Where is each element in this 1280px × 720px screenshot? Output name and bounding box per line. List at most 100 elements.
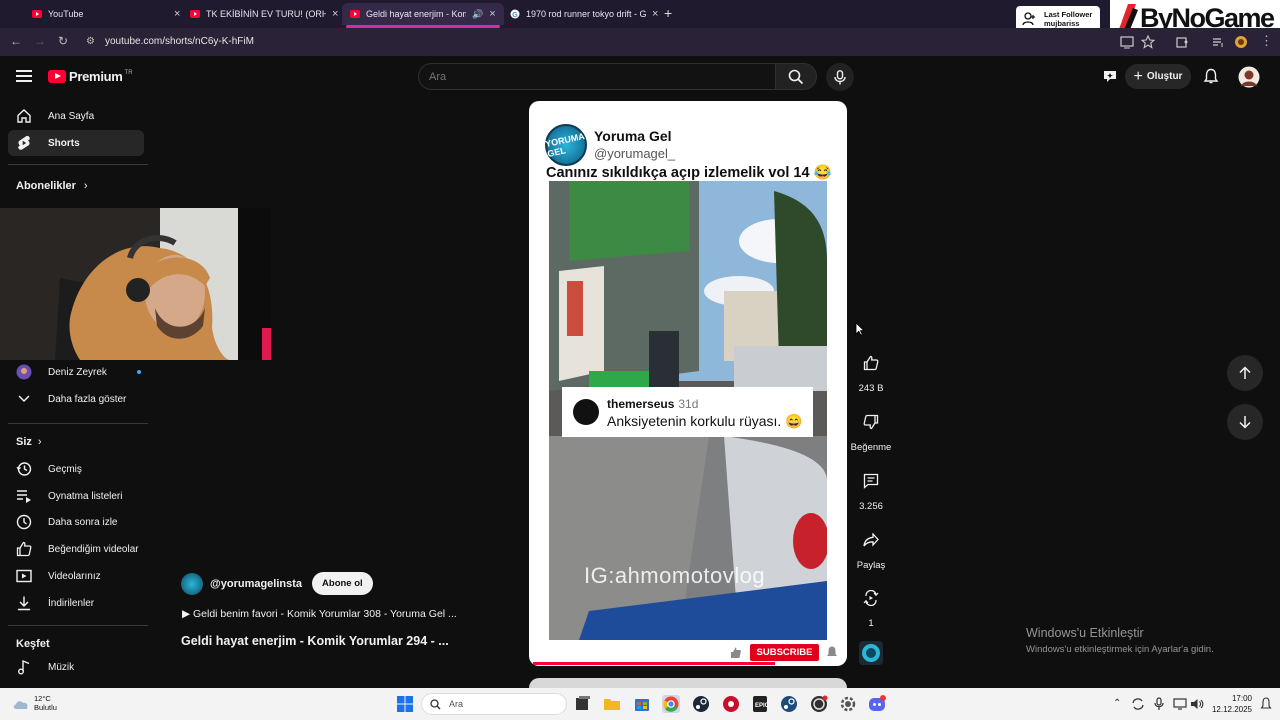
sidebar-item-your-videos[interactable]: Videolarınız [8, 563, 144, 589]
subscriptions-heading[interactable]: Abonelikler › [16, 180, 88, 192]
new-tab-button[interactable]: + [664, 5, 672, 21]
steam-icon-2[interactable] [780, 695, 798, 713]
tab-title: TK EKİBİNİN EV TURU! (ORHAN [206, 9, 326, 19]
url-text[interactable]: youtube.com/shorts/nC6y-K-hFiM [105, 36, 254, 47]
search-input[interactable] [419, 64, 775, 89]
media-control-icon[interactable] [1211, 35, 1225, 49]
youtube-premium-logo[interactable]: Premium TR [48, 69, 133, 84]
site-info-icon[interactable]: ⚙ [86, 36, 95, 47]
youtube-play-icon [48, 70, 66, 83]
share-action[interactable]: Paylaş [851, 525, 891, 571]
menu-icon[interactable] [16, 70, 32, 82]
epic-games-icon[interactable]: EPIC [751, 695, 769, 713]
weather-widget[interactable]: 12°C Bulutlu [12, 694, 57, 712]
browser-tab-bar: YouTube × TK EKİBİNİN EV TURU! (ORHAN × … [0, 0, 1280, 32]
tray-microphone-icon[interactable] [1153, 697, 1165, 711]
previous-short-button[interactable] [1227, 355, 1263, 391]
related-playlist-link[interactable]: ▶ Geldi benim favori - Komik Yorumlar 30… [182, 608, 457, 620]
extensions-icon[interactable] [1175, 35, 1189, 49]
sidebar-item-label: İndirilenler [48, 597, 95, 609]
close-tab-icon[interactable]: × [489, 8, 495, 20]
cast-icon[interactable] [1120, 35, 1134, 49]
windows-start-icon[interactable] [396, 695, 414, 713]
back-arrow-icon[interactable]: ← [10, 34, 22, 48]
your-videos-icon [16, 568, 32, 584]
weather-temp: 12°C [34, 694, 51, 703]
discord-icon[interactable] [868, 695, 886, 713]
bell-icon[interactable] [825, 645, 839, 659]
profile-icon[interactable] [1234, 35, 1248, 49]
short-video-player[interactable]: YORUMA GEL Yoruma Gel @yorumagel_ Canını… [529, 101, 847, 666]
sidebar-item-home[interactable]: Ana Sayfa [8, 103, 144, 129]
network-icon[interactable] [1173, 697, 1187, 711]
subscribe-overlay-button[interactable]: SUBSCRIBE [750, 644, 819, 661]
youtube-icon [350, 9, 360, 19]
sidebar-item-shorts[interactable]: Shorts [8, 130, 144, 156]
sidebar-item-music[interactable]: Müzik [8, 654, 144, 680]
sidebar-item-playlists[interactable]: Oynatma listeleri [8, 483, 144, 509]
search-button[interactable] [775, 63, 817, 90]
remix-icon[interactable] [856, 583, 886, 613]
store-icon[interactable] [633, 695, 651, 713]
chrome-icon[interactable] [662, 695, 680, 713]
sidebar-item-watch-later[interactable]: Daha sonra izle [8, 509, 144, 535]
taskbar-search[interactable]: Ara [421, 693, 567, 715]
playback-progress-bar[interactable] [533, 662, 775, 665]
settings-gear-icon[interactable] [839, 695, 857, 713]
close-tab-icon[interactable]: × [174, 8, 180, 20]
browser-tab[interactable]: TK EKİBİNİN EV TURU! (ORHAN × [182, 3, 346, 25]
video-caption: Canınız sıkıldıkça açıp izlemelik vol 14… [546, 165, 832, 181]
like-hand-icon [731, 647, 741, 658]
divider [8, 164, 148, 165]
browser-tab[interactable]: YouTube × [24, 3, 188, 25]
sidebar-item-liked-videos[interactable]: Beğendiğim videolar [8, 536, 144, 562]
channel-handle[interactable]: @yorumagelinsta [210, 578, 302, 590]
share-icon[interactable] [856, 525, 886, 555]
sidebar-item-subscription[interactable]: Deniz Zeyrek [8, 359, 144, 385]
subscribe-button[interactable]: Abone ol [312, 572, 373, 595]
browser-tab-active[interactable]: Geldi hayat enerjim - Komik 🔊 × [342, 3, 504, 28]
sidebar-item-label: Ana Sayfa [48, 110, 95, 122]
video-title[interactable]: Geldi hayat enerjim - Komik Yorumlar 294… [181, 634, 449, 648]
comments-action[interactable]: 3.256 [851, 466, 891, 512]
reload-icon[interactable]: ↻ [58, 34, 68, 48]
create-button[interactable]: + Oluştur [1125, 64, 1191, 89]
thumbs-up-icon[interactable] [856, 348, 886, 378]
avatar[interactable] [1238, 66, 1260, 88]
notification-center-icon[interactable] [1260, 697, 1272, 711]
next-short-button[interactable] [1227, 404, 1263, 440]
close-tab-icon[interactable]: × [332, 8, 338, 20]
voice-search-button[interactable] [826, 63, 854, 91]
sidebar-item-label: Müzik [48, 661, 75, 673]
close-tab-icon[interactable]: × [652, 8, 658, 20]
file-explorer-icon[interactable] [603, 695, 621, 713]
show-more-button[interactable]: Daha fazla göster [8, 386, 144, 412]
sync-icon[interactable] [1131, 697, 1145, 711]
steam-icon[interactable] [692, 695, 710, 713]
obs-icon[interactable] [810, 695, 828, 713]
arrow-down-icon [1239, 416, 1251, 429]
like-action[interactable]: 243 B [851, 348, 891, 394]
dislike-action[interactable]: Beğenme [851, 407, 891, 453]
notifications-bell-icon[interactable] [1203, 68, 1219, 85]
bookmark-star-icon[interactable] [1141, 35, 1155, 49]
task-view-icon[interactable] [574, 695, 592, 713]
channel-avatar[interactable] [181, 572, 203, 595]
thumbs-down-icon[interactable] [856, 407, 886, 437]
system-clock[interactable]: 17:00 12.12.2025 [1206, 693, 1252, 715]
sound-channel-avatar[interactable] [859, 641, 883, 665]
chat-ai-icon[interactable] [1102, 68, 1118, 84]
you-heading[interactable]: Siz › [16, 436, 42, 448]
comment-icon[interactable] [856, 466, 886, 496]
browser-tab[interactable]: G 1970 rod runner tokyo drift - G × [502, 3, 666, 25]
volume-icon[interactable] [1190, 697, 1204, 711]
remix-action[interactable]: 1 [851, 583, 891, 629]
like-count: 243 B [858, 383, 884, 394]
forward-arrow-icon[interactable]: → [34, 34, 46, 48]
menu-dots-icon[interactable]: ⋮ [1260, 33, 1273, 49]
speaker-icon[interactable]: 🔊 [472, 9, 483, 20]
sidebar-item-downloads[interactable]: İndirilenler [8, 590, 144, 616]
sidebar-item-history[interactable]: Geçmiş [8, 456, 144, 482]
app-red-icon[interactable] [722, 695, 740, 713]
tray-chevron-up-icon[interactable]: ⌃ [1113, 698, 1121, 709]
